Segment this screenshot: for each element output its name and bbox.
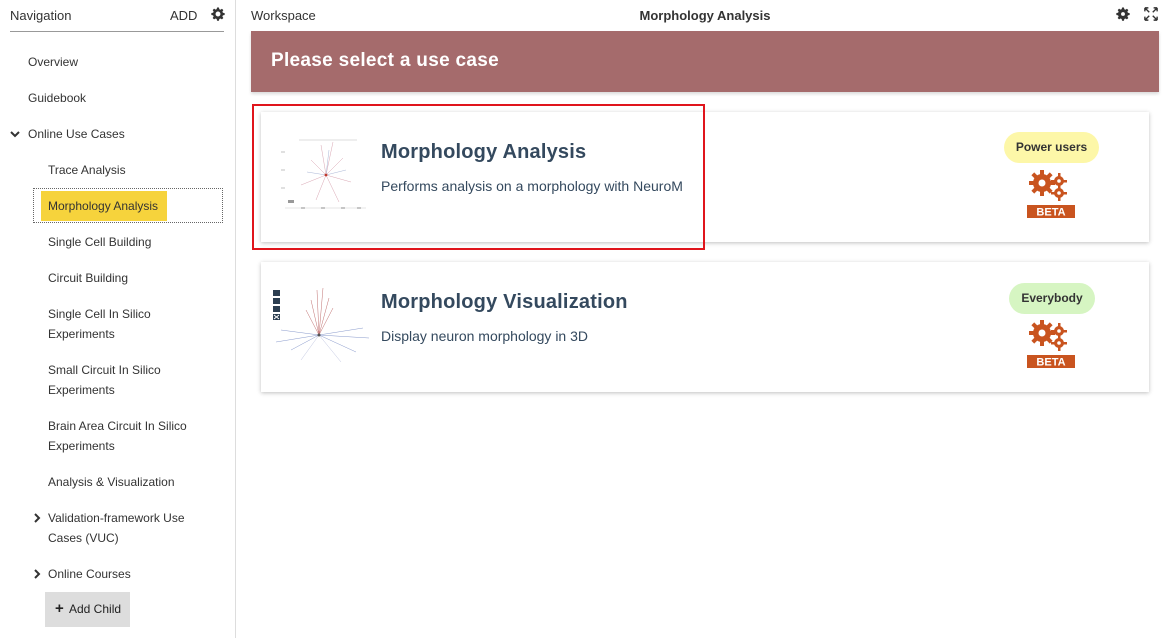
use-case-card-morphology-analysis[interactable]: Morphology Analysis Performs analysis on… <box>261 112 1149 242</box>
gear-icon[interactable] <box>211 7 225 21</box>
sidebar-item-trace-analysis[interactable]: Trace Analysis <box>48 160 126 180</box>
main-area: Workspace Morphology Analysis Please sel… <box>237 0 1169 638</box>
gear-icon[interactable] <box>1116 7 1130 21</box>
sidebar-item-brain-area-circuit[interactable]: Brain Area Circuit In Silico <box>48 416 187 436</box>
sidebar-item-overview[interactable]: Overview <box>28 52 78 72</box>
beta-label: BETA <box>1036 357 1065 369</box>
audience-badge: Everybody <box>1009 283 1095 314</box>
chevron-down-icon[interactable] <box>9 128 21 140</box>
card-title: Morphology Visualization <box>381 291 628 313</box>
morphology-analysis-thumbnail <box>271 130 371 220</box>
sidebar-item-single-cell-building[interactable]: Single Cell Building <box>48 232 151 252</box>
sidebar-item-validation-framework[interactable]: Validation-framework Use <box>48 508 185 528</box>
sidebar-item-online-use-cases[interactable]: Online Use Cases <box>28 124 125 144</box>
add-button[interactable]: ADD <box>170 8 197 23</box>
sidebar-item-small-circuit-in-silico[interactable]: Small Circuit In Silico <box>48 360 161 380</box>
sidebar-item-analysis-visualization[interactable]: Analysis & Visualization <box>48 472 175 492</box>
card-title: Morphology Analysis <box>381 141 587 163</box>
chevron-right-icon[interactable] <box>31 568 43 580</box>
navigation-sidebar: Navigation ADD Overview Guidebook Online… <box>0 0 236 638</box>
expand-icon[interactable] <box>1144 7 1158 21</box>
sidebar-header: Navigation ADD <box>10 0 225 32</box>
sidebar-item-guidebook[interactable]: Guidebook <box>28 88 86 108</box>
beta-gears-icon: BETA <box>1027 320 1075 369</box>
sidebar-item-single-cell-in-silico-line2[interactable]: Experiments <box>48 324 115 344</box>
beta-label: BETA <box>1036 207 1065 219</box>
add-child-label: Add Child <box>69 602 122 616</box>
card-description: Display neuron morphology in 3D <box>381 328 588 344</box>
sidebar-item-morphology-analysis[interactable]: Morphology Analysis <box>48 196 158 216</box>
add-child-button[interactable]: + Add Child <box>45 592 130 627</box>
audience-badge: Power users <box>1004 132 1099 163</box>
sidebar-item-validation-framework-line2[interactable]: Cases (VUC) <box>48 528 119 548</box>
beta-gears-icon: BETA <box>1027 170 1075 219</box>
sidebar-item-small-circuit-in-silico-line2[interactable]: Experiments <box>48 380 115 400</box>
card-description: Performs analysis on a morphology with N… <box>381 178 683 194</box>
sidebar-item-single-cell-in-silico[interactable]: Single Cell In Silico <box>48 304 151 324</box>
select-use-case-banner: Please select a use case <box>251 31 1159 92</box>
sidebar-item-online-courses[interactable]: Online Courses <box>48 564 131 584</box>
plus-icon: + <box>55 600 64 617</box>
chevron-right-icon[interactable] <box>31 512 43 524</box>
sidebar-title: Navigation <box>10 8 72 23</box>
sidebar-item-brain-area-circuit-line2[interactable]: Experiments <box>48 436 115 456</box>
sidebar-item-circuit-building[interactable]: Circuit Building <box>48 268 128 288</box>
banner-text: Please select a use case <box>271 50 499 71</box>
page-title: Morphology Analysis <box>639 8 771 23</box>
morphology-visualization-thumbnail <box>271 280 371 370</box>
use-case-card-morphology-visualization[interactable]: Morphology Visualization Display neuron … <box>261 262 1149 392</box>
